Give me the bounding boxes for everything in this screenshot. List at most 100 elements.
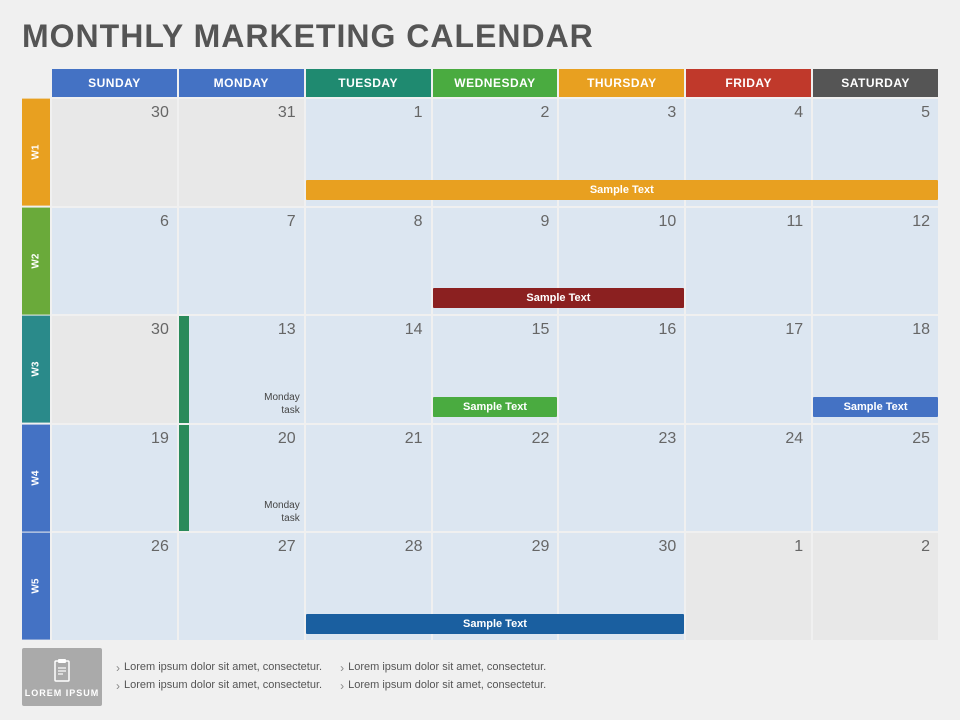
day-cell-w4-1: 20 Monday task [179,425,304,532]
footer-item-1: › Lorem ipsum dolor sit amet, consectetu… [116,661,322,675]
day-number: 24 [785,430,803,448]
arrow-icon-4: › [340,679,344,693]
footer-row-2: › Lorem ipsum dolor sit amet, consectetu… [116,679,938,693]
day-number: 30 [151,321,169,339]
cell-task-text: Monday task [183,499,300,525]
header-wednesday: WEDNESDAY [433,69,558,97]
week-label-w2: W2 [22,208,50,315]
calendar-body: W1303112345Sample TextW26789101112Sample… [22,99,938,640]
day-cell-w3-1: 13 Monday task [179,316,304,423]
day-number: 9 [541,213,550,231]
day-number: 16 [658,321,676,339]
footer-item-3: › Lorem ipsum dolor sit amet, consectetu… [116,679,322,693]
header-tuesday: TUESDAY [306,69,431,97]
arrow-icon-1: › [116,661,120,675]
day-cell-w3-4: 16 [559,316,684,423]
day-number: 3 [667,104,676,122]
footer-row-1: › Lorem ipsum dolor sit amet, consectetu… [116,661,938,675]
page-title: MONTHLY MARKETING CALENDAR [22,18,938,55]
day-cell-w2-2: 8 [306,208,431,315]
cell-task-text: Monday task [183,391,300,417]
header-monday: MONDAY [179,69,304,97]
footer-text-block: › Lorem ipsum dolor sit amet, consectetu… [116,661,938,693]
week-label-w5: W5 [22,533,50,640]
day-number: 1 [414,104,423,122]
day-number: 4 [794,104,803,122]
header-saturday: SATURDAY [813,69,938,97]
span-event: Sample Text [433,288,685,308]
day-cell-w4-4: 23 [559,425,684,532]
day-number: 22 [532,430,550,448]
footer: LOREM IPSUM › Lorem ipsum dolor sit amet… [22,648,938,706]
day-number: 30 [658,538,676,556]
week-label-w3: W3 [22,316,50,423]
header-sunday: SUNDAY [52,69,177,97]
day-number: 5 [921,104,930,122]
week-row-w4: W4 19 20 Monday task 21 22 23 24 25 [22,425,938,532]
day-number: 8 [414,213,423,231]
day-number: 31 [278,104,296,122]
week-row-w2: W2 6 7 8 9 10 11 12 Sample Text [22,208,938,315]
day-cell-w1-1: 31 [179,99,304,206]
day-number: 7 [287,213,296,231]
day-cell-w4-5: 24 [686,425,811,532]
day-number: 21 [405,430,423,448]
day-number: 12 [912,213,930,231]
day-number: 13 [278,321,296,339]
day-cell-w4-2: 21 [306,425,431,532]
day-cell-w2-5: 11 [686,208,811,315]
arrow-icon-2: › [340,661,344,675]
day-cell-w4-6: 25 [813,425,938,532]
clipboard-icon [48,657,76,685]
day-cell-w5-1: 27 [179,533,304,640]
day-number: 17 [785,321,803,339]
span-event: Sample Text [813,397,938,417]
day-number: 18 [912,321,930,339]
span-event: Sample Text [306,180,938,200]
day-number: 10 [658,213,676,231]
day-cell-w3-2: 14 [306,316,431,423]
week-row-w5: W5 26 27 28 29 30 1 2 Sample Text [22,533,938,640]
day-cell-w4-0: 19 [52,425,177,532]
day-cell-w3-5: 17 [686,316,811,423]
footer-icon-box: LOREM IPSUM [22,648,102,706]
week-row-w3: W3 30 13 Monday task14 15 16 17 18 Sample Text Sa… [22,316,938,423]
day-number: 26 [151,538,169,556]
day-number: 28 [405,538,423,556]
day-number: 2 [921,538,930,556]
day-cell-w2-1: 7 [179,208,304,315]
header-spacer [22,69,50,97]
day-number: 20 [278,430,296,448]
day-number: 6 [160,213,169,231]
day-cell-w1-0: 30 [52,99,177,206]
span-event: Sample Text [306,614,685,634]
day-cell-w5-6: 2 [813,533,938,640]
week-label-w1: W1 [22,99,50,206]
day-cell-w5-0: 26 [52,533,177,640]
day-number: 1 [794,538,803,556]
header-friday: FRIDAY [686,69,811,97]
day-number: 29 [532,538,550,556]
day-number: 27 [278,538,296,556]
day-cell-w3-0: 30 [52,316,177,423]
day-number: 25 [912,430,930,448]
day-cell-w5-5: 1 [686,533,811,640]
span-event: Sample Text [433,397,558,417]
footer-icon-label: LOREM IPSUM [25,688,100,698]
day-cell-w2-0: 6 [52,208,177,315]
arrow-icon-3: › [116,679,120,693]
header-thursday: THURSDAY [559,69,684,97]
footer-item-2: › Lorem ipsum dolor sit amet, consectetu… [340,661,546,675]
day-number: 23 [658,430,676,448]
page: MONTHLY MARKETING CALENDAR SUNDAYMONDAYT… [0,0,960,720]
week-label-w4: W4 [22,425,50,532]
day-number: 15 [532,321,550,339]
day-cell-w4-3: 22 [433,425,558,532]
footer-item-4: › Lorem ipsum dolor sit amet, consectetu… [340,679,546,693]
calendar-header: SUNDAYMONDAYTUESDAYWEDNESDAYTHURSDAYFRID… [22,69,938,97]
day-number: 19 [151,430,169,448]
day-number: 2 [541,104,550,122]
calendar: SUNDAYMONDAYTUESDAYWEDNESDAYTHURSDAYFRID… [22,69,938,640]
day-number: 11 [787,213,804,231]
week-row-w1: W130 31 1 2 3 4 5 Sample Text [22,99,938,206]
